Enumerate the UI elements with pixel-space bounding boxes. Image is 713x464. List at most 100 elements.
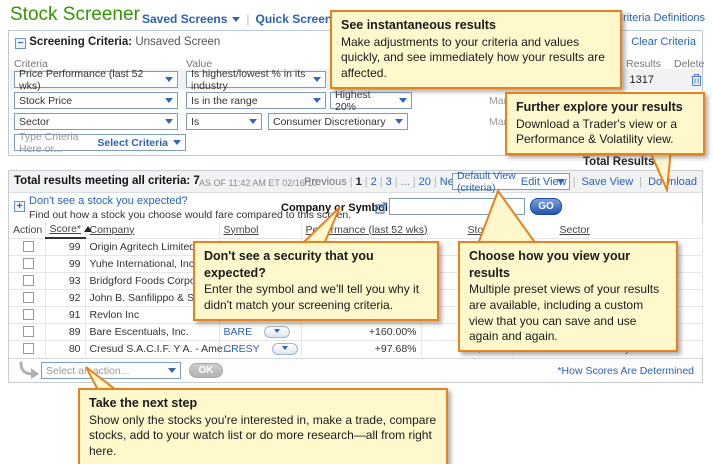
callout-view-results: Choose how you view your results Multipl… <box>458 241 678 352</box>
collapse-icon[interactable]: − <box>15 38 26 49</box>
symbol-menu-button[interactable] <box>272 343 298 355</box>
expected-stock-link[interactable]: Don't see a stock you expected? <box>29 195 188 207</box>
table-header-row: Action Score* Company Symbol Performance… <box>9 223 702 238</box>
chevron-down-icon <box>249 119 257 124</box>
criteria-dropdown[interactable]: Stock Price <box>14 92 178 109</box>
callout-body: Download a Trader's view or a Performanc… <box>516 117 694 149</box>
save-view-link[interactable]: Save View <box>581 176 633 188</box>
cell-action <box>9 272 45 289</box>
criteria-dropdown[interactable]: Sector <box>14 113 178 130</box>
criteria-definitions-link[interactable]: Criteria Definitions <box>615 12 705 24</box>
edit-view-link[interactable]: Edit View <box>521 176 567 188</box>
cell-action <box>9 255 45 272</box>
callout-body: Make adjustments to your criteria and va… <box>341 35 611 82</box>
header-score-label: Score* <box>50 223 82 235</box>
ok-button[interactable]: OK <box>189 363 223 378</box>
operator-dropdown[interactable]: Is highest/lowest % in its industry <box>186 71 326 88</box>
cell-action <box>9 340 45 357</box>
results-toolbar: Total results meeting all criteria: 7 AS… <box>9 171 702 193</box>
results-total: Total results meeting all criteria: 7 <box>14 175 200 187</box>
value-dropdown[interactable]: Highest 20% <box>330 92 412 109</box>
pagination: Previous123...20Next <box>304 176 462 188</box>
header-symbol-label: Symbol <box>224 224 259 236</box>
cell-score: 80 <box>45 340 85 357</box>
row-checkbox[interactable] <box>23 343 34 354</box>
cell-action <box>9 323 45 340</box>
pagination-page[interactable]: 3 <box>386 176 392 188</box>
select-criteria-label: Select Criteria <box>97 137 168 149</box>
criteria-dropdown-value: Stock Price <box>19 95 72 107</box>
expand-icon[interactable]: + <box>14 195 25 213</box>
header-company[interactable]: Company <box>85 223 219 238</box>
pagination-separator <box>431 176 440 188</box>
expected-stock-link-label: Don't see a stock you expected? <box>29 195 188 207</box>
callout-instantaneous-results: See instantaneous results Make adjustmen… <box>330 10 622 89</box>
cell-action <box>9 238 45 255</box>
header-symbol[interactable]: Symbol <box>219 223 301 238</box>
chevron-down-icon <box>173 140 181 145</box>
callout-title: Don't see a security that you expected? <box>204 248 428 281</box>
chevron-down-icon <box>282 346 288 350</box>
page-title: Stock Screener <box>10 4 140 26</box>
row-checkbox[interactable] <box>23 292 34 303</box>
header-action: Action <box>9 223 45 238</box>
chevron-down-icon <box>399 98 407 103</box>
cell-score: 99 <box>45 255 85 272</box>
criteria-panel-subtitle: Unsaved Screen <box>135 36 220 48</box>
cell-score: 92 <box>45 289 85 306</box>
nav-saved-screens[interactable]: Saved Screens <box>142 12 240 26</box>
plus-icon: + <box>14 201 25 212</box>
symbol-link[interactable]: BARE <box>224 326 253 338</box>
row-checkbox[interactable] <box>23 326 34 337</box>
callout-body: Show only the stocks you're interested i… <box>89 413 437 460</box>
chevron-down-icon <box>313 77 321 82</box>
operator-dropdown-value: Is <box>191 116 199 128</box>
callout-missing-security: Don't see a security that you expected? … <box>193 241 439 321</box>
operator-dropdown-value: Is in the range <box>191 95 258 107</box>
pagination-page[interactable]: 20 <box>419 176 431 188</box>
row-checkbox[interactable] <box>23 241 34 252</box>
cell-performance: +97.68% <box>301 340 421 357</box>
pagination-separator <box>362 176 371 188</box>
callout-title: Choose how you view your results <box>469 248 667 281</box>
pagination-page[interactable]: 2 <box>371 176 377 188</box>
select-criteria-link[interactable]: Select Criteria <box>97 137 181 149</box>
cell-company: Bare Escentuals, Inc. <box>85 323 219 340</box>
chevron-down-icon <box>313 98 321 103</box>
symbol-link[interactable]: CRESY <box>224 343 260 355</box>
row-checkbox[interactable] <box>23 258 34 269</box>
criteria-dropdown-value: Price Performance (last 52 wks) <box>19 68 160 92</box>
callout-body: Enter the symbol and we'll tell you why … <box>204 282 428 314</box>
pagination-separator <box>392 176 401 188</box>
symbol-menu-button[interactable] <box>264 326 290 338</box>
symbol-lookup-icon[interactable] <box>375 201 387 219</box>
cell-performance: +160.00% <box>301 323 421 340</box>
type-criteria-field[interactable]: Type Criteria Here or... Select Criteria <box>14 134 186 151</box>
chevron-down-icon <box>165 77 173 82</box>
criteria-dropdown-value: Sector <box>19 116 49 128</box>
callout-title: See instantaneous results <box>341 17 611 34</box>
row-checkbox[interactable] <box>23 309 34 320</box>
header-sector-label: Sector <box>560 224 590 236</box>
operator-dropdown[interactable]: Is in the range <box>186 92 326 109</box>
callout-title: Take the next step <box>89 395 437 412</box>
operator-dropdown-value: Is highest/lowest % in its industry <box>191 68 308 92</box>
cell-score: 99 <box>45 238 85 255</box>
trash-icon[interactable] <box>691 73 702 91</box>
pagination-ellipsis: ... <box>401 176 410 188</box>
operator-dropdown[interactable]: Is <box>186 113 262 130</box>
separator <box>567 176 582 188</box>
criteria-dropdown[interactable]: Price Performance (last 52 wks) <box>14 71 178 88</box>
value-dropdown[interactable]: Consumer Discretionary <box>268 113 408 130</box>
header-score[interactable]: Score* <box>45 223 85 238</box>
clear-criteria-link[interactable]: Clear Criteria <box>631 36 696 48</box>
criteria-panel-header: − Screening Criteria: Unsaved Screen <box>15 36 220 49</box>
pagination-separator <box>347 176 356 188</box>
criteria-panel-title: Screening Criteria: <box>29 36 132 48</box>
cell-symbol: BARE <box>219 323 301 340</box>
row-checkbox[interactable] <box>23 275 34 286</box>
callout-next-step: Take the next step Show only the stocks … <box>78 388 448 464</box>
how-scores-link[interactable]: *How Scores Are Determined <box>557 365 694 377</box>
cell-score: 93 <box>45 272 85 289</box>
cell-action <box>9 289 45 306</box>
